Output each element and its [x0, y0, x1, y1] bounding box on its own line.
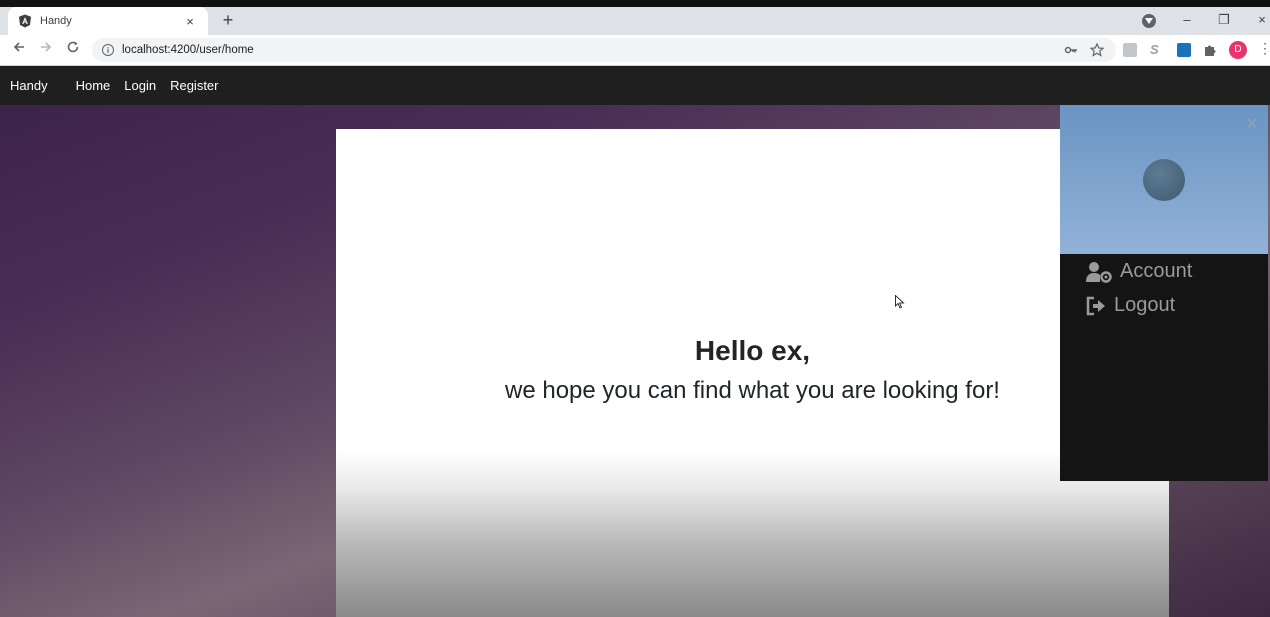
mouse-cursor-icon [895, 295, 905, 309]
tab-bar: Handy × + – ❐ × [0, 7, 1270, 35]
extension-grey-icon[interactable] [1123, 43, 1137, 57]
avatar [1143, 159, 1185, 201]
tab-close-icon[interactable]: × [182, 14, 198, 29]
reload-icon[interactable] [63, 40, 83, 60]
menu-item-logout[interactable]: Logout [1086, 294, 1175, 317]
nav-register[interactable]: Register [170, 78, 218, 93]
angular-favicon-icon [18, 14, 32, 28]
forward-arrow-icon[interactable] [36, 40, 56, 60]
browser-toolbar: i localhost:4200/user/home S D ⋮ [0, 35, 1270, 66]
menu-item-account[interactable]: Account [1086, 260, 1192, 283]
greeting-subtitle: we hope you can find what you are lookin… [505, 377, 1000, 404]
close-icon[interactable]: × [1246, 113, 1258, 136]
browser-menu-icon[interactable]: ⋮ [1258, 40, 1270, 57]
page-viewport: Handy Home Login Register Hello ex, we h… [0, 66, 1270, 617]
user-cog-icon [1086, 261, 1112, 283]
tab-title: Handy [40, 15, 72, 27]
nav-home[interactable]: Home [76, 78, 111, 93]
new-tab-button[interactable]: + [218, 10, 238, 30]
minimize-button[interactable]: – [1177, 10, 1197, 30]
profile-avatar[interactable]: D [1229, 41, 1247, 59]
nav-login[interactable]: Login [124, 78, 156, 93]
key-icon[interactable] [1064, 38, 1078, 60]
menu-item-label: Logout [1114, 294, 1176, 316]
app-navbar: Handy Home Login Register [0, 66, 1270, 105]
side-panel-header: × [1060, 105, 1268, 254]
greeting-heading: Hello ex, [694, 335, 811, 366]
browser-tab[interactable]: Handy × [8, 7, 208, 35]
url-text: localhost:4200/user/home [122, 44, 254, 56]
maximize-button[interactable]: ❐ [1214, 10, 1234, 30]
welcome-card: Hello ex, we hope you can find what you … [336, 129, 1169, 617]
extension-blue-icon[interactable] [1177, 43, 1191, 57]
bookmark-star-icon[interactable] [1089, 38, 1105, 60]
window-close-button[interactable]: × [1252, 10, 1270, 30]
window-top-edge [0, 0, 1270, 7]
back-arrow-icon[interactable] [9, 40, 29, 60]
user-side-panel: × Account Logout [1060, 105, 1268, 481]
brand-link[interactable]: Handy [10, 78, 48, 93]
address-bar[interactable]: i localhost:4200/user/home [92, 38, 1116, 62]
menu-item-label: Account [1120, 260, 1193, 282]
sign-out-icon [1086, 296, 1105, 315]
tab-search-icon[interactable] [1142, 14, 1156, 28]
extension-s-icon[interactable]: S [1150, 43, 1164, 57]
extensions-puzzle-icon[interactable] [1203, 38, 1217, 60]
site-info-icon[interactable]: i [102, 44, 114, 56]
